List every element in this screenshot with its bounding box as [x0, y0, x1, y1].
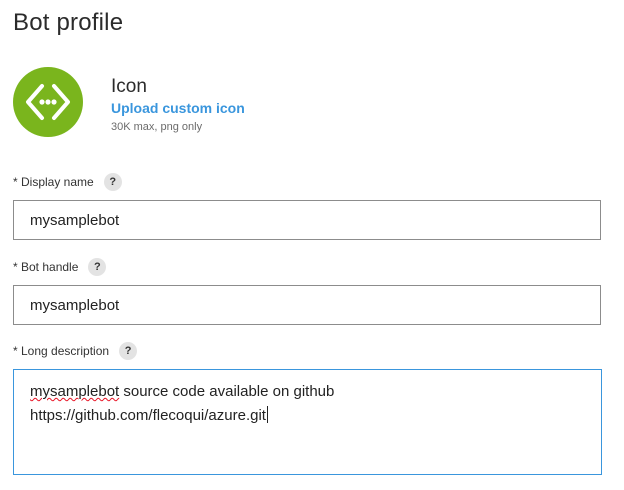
long-description-label-text: * Long description	[13, 344, 110, 358]
page-title: Bot profile	[13, 9, 124, 36]
upload-custom-icon-link[interactable]: Upload custom icon	[111, 100, 245, 116]
bot-code-icon	[26, 84, 70, 120]
description-line-1: mysamplebot source code available on git…	[30, 380, 585, 404]
description-line-2-text: https://github.com/flecoqui/azure.git	[30, 407, 266, 424]
bot-icon	[13, 67, 83, 137]
bot-handle-label: * Bot handle ?	[13, 258, 107, 276]
display-name-help-icon[interactable]: ?	[103, 173, 122, 191]
long-description-label: * Long description ?	[13, 342, 138, 360]
display-name-label: * Display name ?	[13, 173, 122, 191]
bot-handle-help-icon[interactable]: ?	[88, 258, 107, 276]
description-line-2: https://github.com/flecoqui/azure.git	[30, 404, 585, 428]
display-name-input[interactable]	[13, 200, 601, 240]
display-name-label-text: * Display name	[13, 175, 94, 189]
description-line-1-rest: source code available on github	[119, 383, 335, 400]
long-description-textarea[interactable]: mysamplebot source code available on git…	[13, 369, 602, 475]
bot-handle-input[interactable]	[13, 285, 601, 325]
upload-hint: 30K max, png only	[111, 121, 203, 133]
text-caret	[266, 406, 268, 423]
long-description-help-icon[interactable]: ?	[119, 342, 138, 360]
spellcheck-word: mysamplebot	[30, 383, 120, 400]
icon-section-label: Icon	[111, 76, 147, 97]
bot-handle-label-text: * Bot handle	[13, 260, 79, 274]
